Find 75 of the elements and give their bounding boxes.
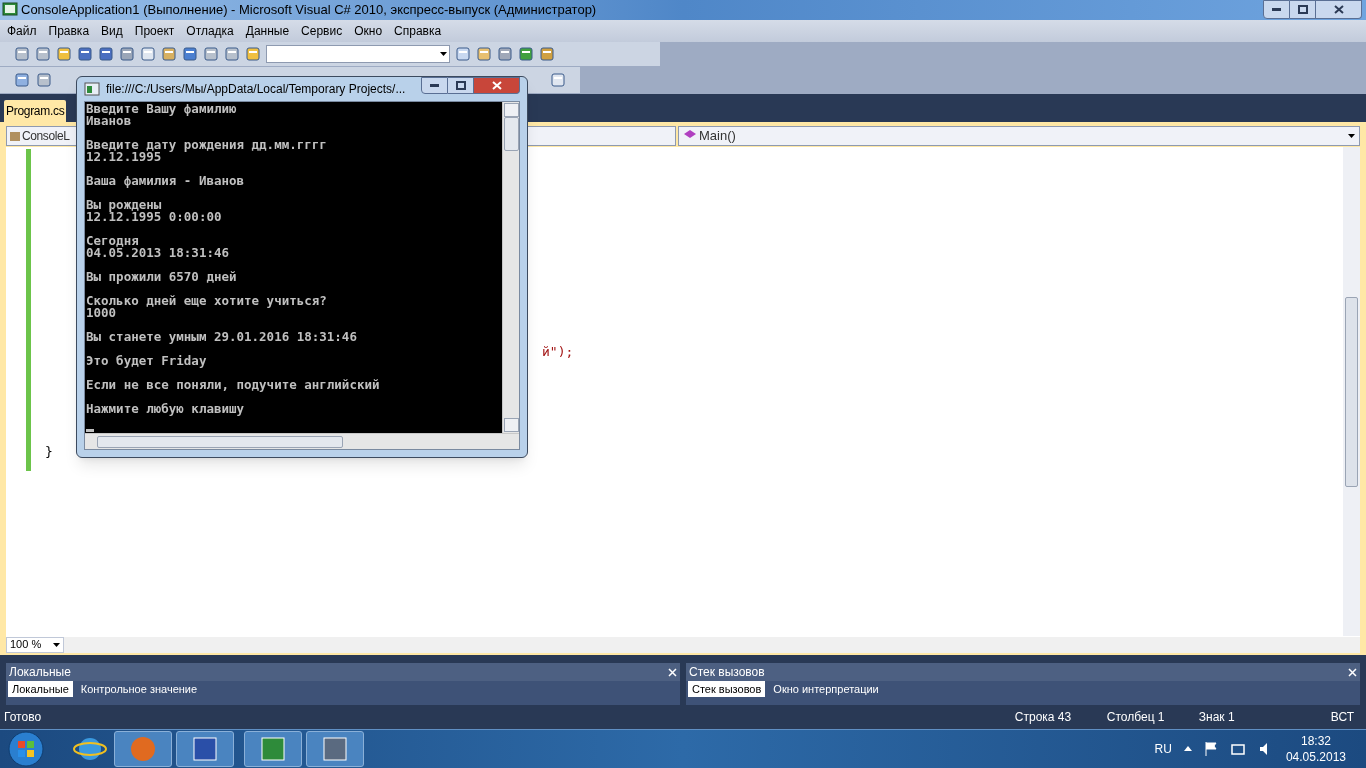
start-button[interactable] [6, 729, 46, 768]
panel-tab[interactable]: Контрольное значение [76, 681, 202, 698]
minimize-button[interactable] [421, 77, 448, 94]
console-line: Ваша фамилия - Иванов [86, 175, 246, 187]
panel-tab[interactable]: Окно интерпретации [769, 681, 883, 698]
member-dropdown[interactable]: Main() [678, 125, 1360, 146]
minimize-icon [1272, 8, 1281, 11]
taskbar-button[interactable] [244, 730, 302, 767]
menu-item[interactable]: Правка [42, 21, 96, 40]
console-line: 12.12.1995 0:00:00 [86, 211, 223, 223]
panel-title: Локальные [9, 664, 71, 682]
taskbar-button[interactable] [306, 730, 364, 767]
console-line: Введите дату рождения дд.мм.гггг [86, 139, 328, 151]
clock[interactable]: 18:32 04.05.2013 [1285, 732, 1346, 765]
minimize-icon [430, 84, 439, 87]
menu-item[interactable]: Окно [348, 21, 389, 40]
panel-tab[interactable]: Локальные [8, 681, 73, 698]
console-line: Введите Вашу фамилию [86, 103, 238, 115]
menu-item[interactable]: Данные [239, 21, 296, 40]
type-dropdown[interactable]: ConsoleL [6, 125, 70, 146]
console-line: Это будет Friday [86, 355, 208, 367]
console-title: file:///C:/Users/Мы/AppData/Local/Temporary Projects/... [106, 81, 406, 98]
member-name: Main() [699, 126, 736, 145]
console-line: Иванов [86, 115, 132, 127]
code-line: й"); [542, 343, 574, 362]
console-line: Вы рождены [86, 199, 163, 211]
menu-item[interactable]: Отладка [180, 21, 240, 40]
panel-title: Стек вызовов [689, 664, 765, 682]
console-line: Сколько дней еще хотите учиться? [86, 295, 328, 307]
menu-item[interactable]: Файл [1, 21, 43, 40]
app-icon [2, 2, 18, 18]
dropdown-icon [1348, 133, 1355, 138]
close-icon[interactable] [1348, 667, 1357, 677]
globe-icon [130, 735, 156, 762]
close-button[interactable] [474, 77, 520, 94]
taskbar-button[interactable] [114, 730, 172, 767]
restore-button[interactable] [1290, 0, 1316, 19]
dropdown-icon [440, 51, 447, 56]
status-line: Строка 43 [1014, 708, 1073, 726]
dropdown-icon [53, 642, 60, 647]
window-title: ConsoleApplication1 (Выполнение) - Microsoft Visual C# 2010, экспресс-выпуск (Администратор) [21, 1, 597, 19]
minimize-button[interactable] [1263, 0, 1290, 19]
console-line: Сегодня [86, 235, 139, 247]
close-icon[interactable] [668, 667, 677, 677]
console-line: 12.12.1995 [86, 151, 162, 163]
console-line: Вы прожили 6570 дней [86, 271, 238, 283]
console-line: Если не все поняли, подучите английский [86, 379, 381, 391]
document-tab[interactable]: Program.cs [4, 99, 67, 122]
console-line: Вы станете умным 29.01.2016 18:31:46 [86, 331, 358, 343]
taskbar-button[interactable] [176, 730, 234, 767]
restore-icon [455, 81, 466, 90]
console-line: 04.05.2013 18:31:46 [86, 247, 230, 259]
search-combo-box[interactable] [266, 44, 450, 63]
type-name: ConsoleL [22, 127, 70, 145]
language-indicator[interactable]: RU [1154, 739, 1172, 758]
menu-item[interactable]: Справка [388, 21, 448, 40]
menu-item[interactable]: Вид [95, 21, 129, 40]
menu-item[interactable]: Проект [128, 21, 181, 40]
status-column: Столбец 1 [1106, 707, 1199, 726]
restore-button[interactable] [448, 77, 474, 94]
status-char: Знак 1 [1198, 708, 1236, 726]
console-line: Нажмите любую клавишу [86, 403, 246, 415]
panel-tab[interactable]: Стек вызовов [688, 681, 766, 698]
restore-icon [1297, 5, 1308, 14]
console-line: 1000 [86, 307, 118, 319]
status-message: Готово [4, 708, 42, 726]
zoom-dropdown[interactable]: 100 % [6, 636, 64, 653]
close-button[interactable] [1316, 0, 1362, 19]
show-hidden-icon[interactable] [1183, 746, 1192, 752]
code-line: } [45, 442, 53, 461]
status-mode: ВСТ [1330, 708, 1354, 726]
menu-item[interactable]: Сервис [295, 21, 349, 40]
flag-icon[interactable] [1203, 740, 1218, 757]
close-icon [1333, 5, 1344, 14]
close-icon [491, 81, 502, 90]
